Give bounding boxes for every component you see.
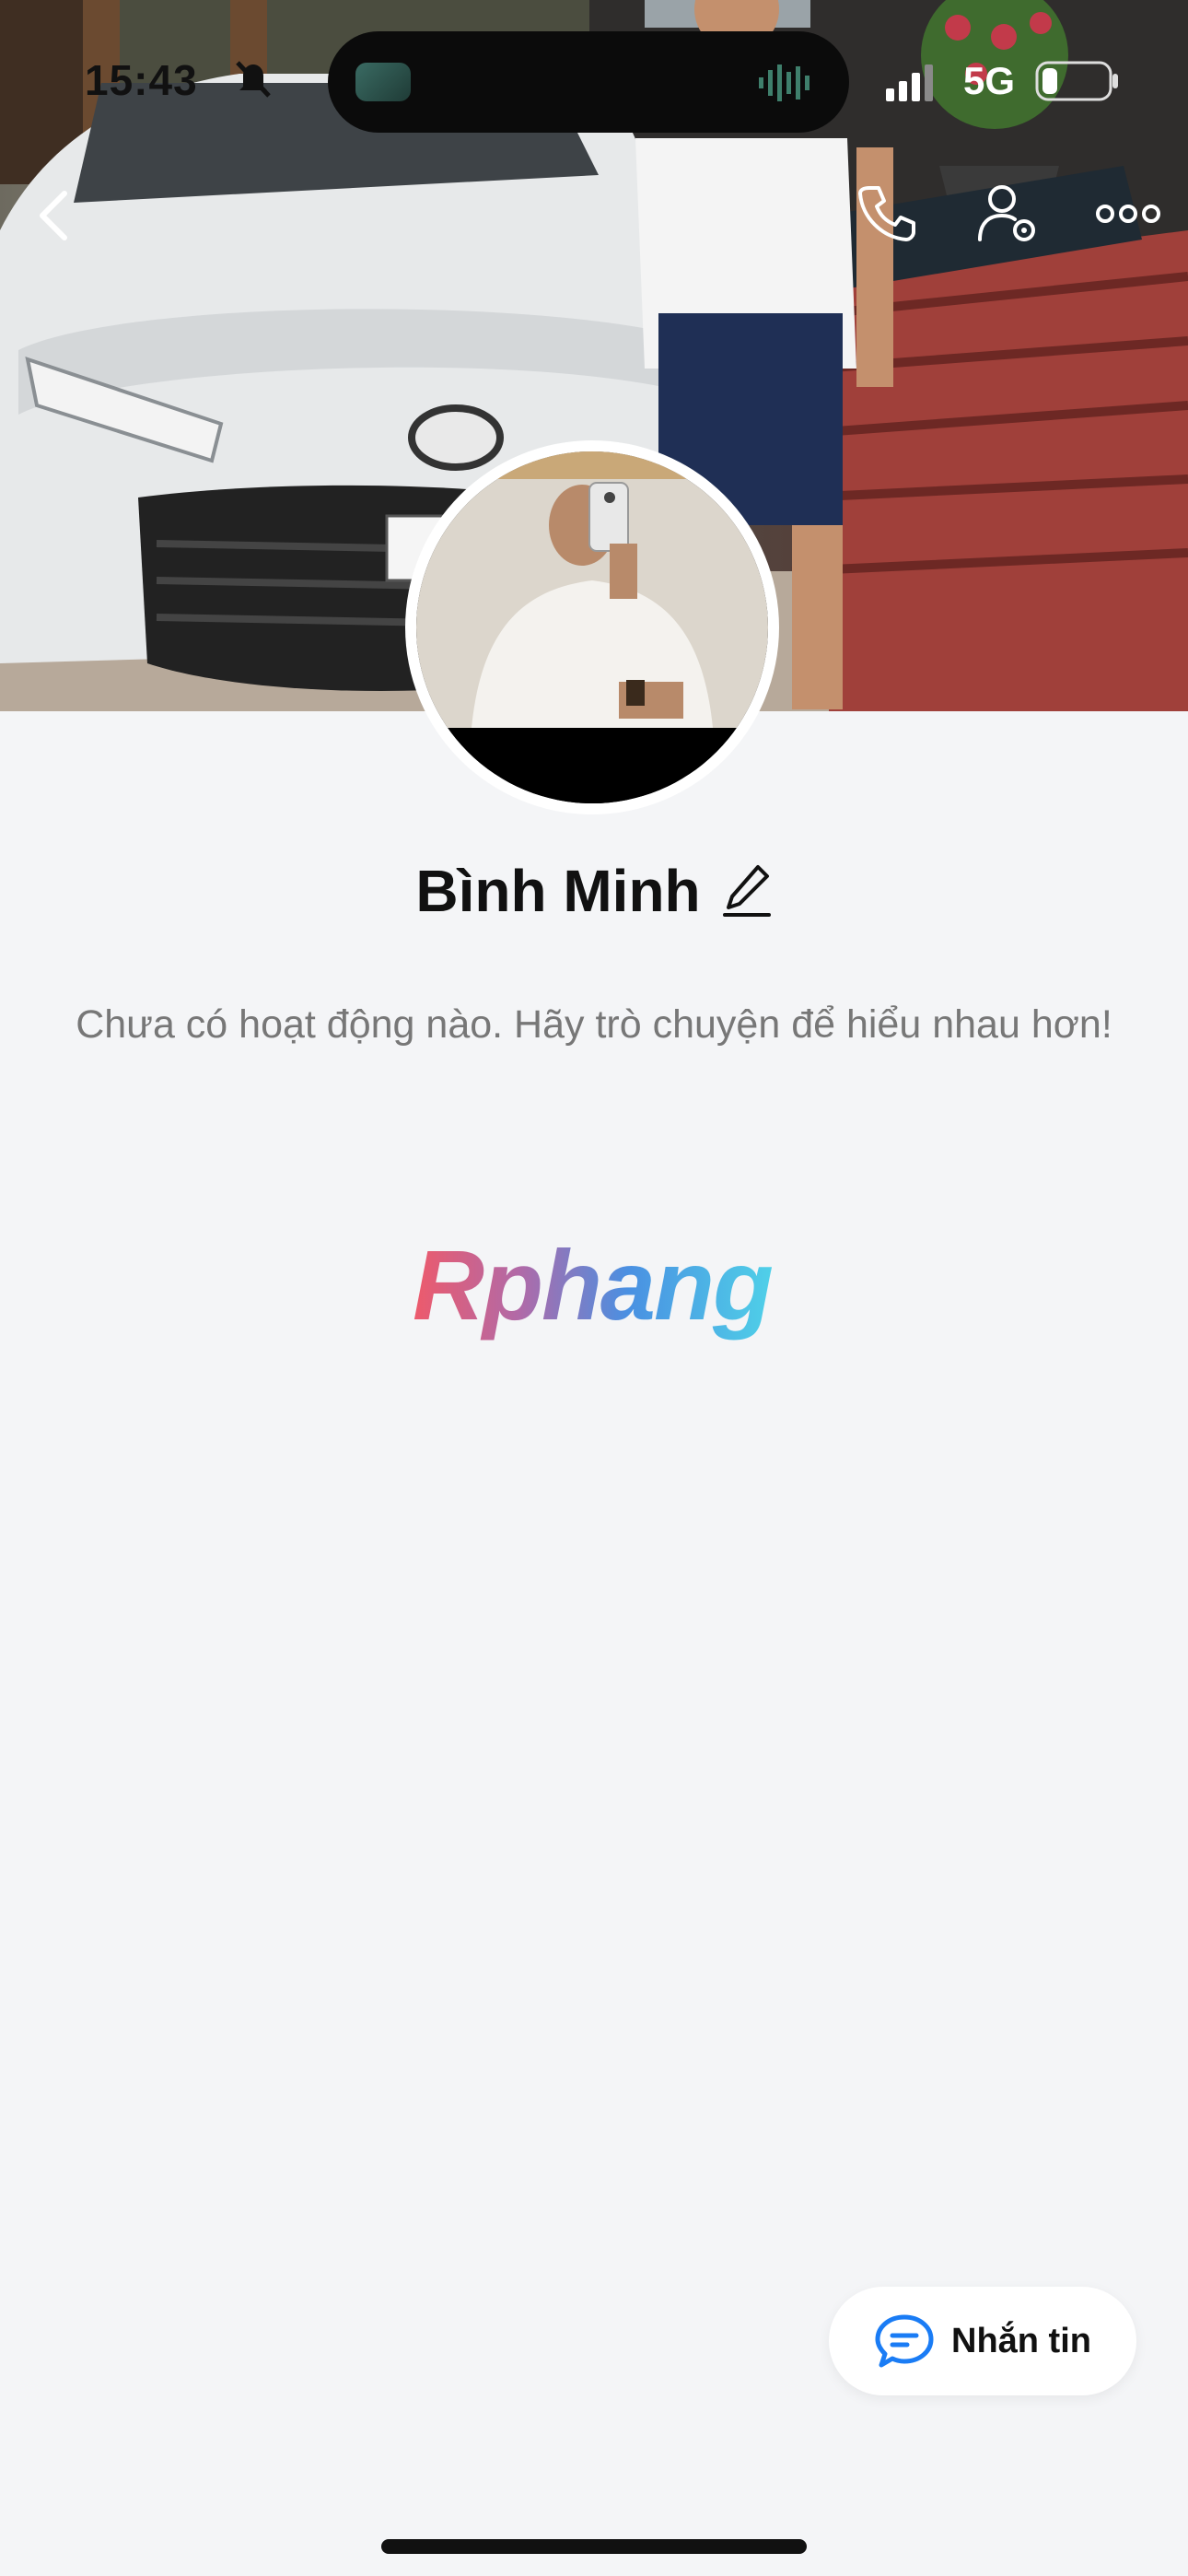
name-row: Bình Minh	[0, 857, 1188, 925]
signal-icon	[886, 64, 933, 101]
home-indicator[interactable]	[381, 2539, 807, 2554]
avatar-photo	[416, 451, 768, 803]
more-icon[interactable]	[1096, 201, 1160, 227]
chat-bubble-icon	[875, 2314, 934, 2368]
chevron-left-icon[interactable]	[33, 188, 74, 243]
island-thumbnail	[355, 63, 411, 101]
empty-activity-message: Chưa có hoạt động nào. Hãy trò chuyện để…	[76, 1002, 1112, 1047]
status-time: 15:43	[85, 56, 198, 104]
profile-screen: 15:43 5G Bình Minh Chưa có hoạt động nào…	[0, 0, 1188, 2576]
audio-wave-icon	[759, 64, 809, 101]
dynamic-island[interactable]	[328, 31, 849, 133]
user-settings-icon[interactable]	[976, 182, 1042, 247]
profile-name: Bình Minh	[415, 858, 701, 924]
battery-icon	[1035, 61, 1118, 101]
avatar[interactable]	[405, 440, 779, 814]
message-button[interactable]: Nhắn tin	[829, 2287, 1136, 2395]
pencil-icon[interactable]	[721, 861, 773, 920]
watermark-logo: Rphang	[413, 1229, 774, 1341]
network-type: 5G	[963, 59, 1016, 102]
phone-icon[interactable]	[856, 182, 917, 243]
message-button-label: Nhắn tin	[951, 2321, 1091, 2360]
bell-off-icon	[236, 61, 271, 98]
